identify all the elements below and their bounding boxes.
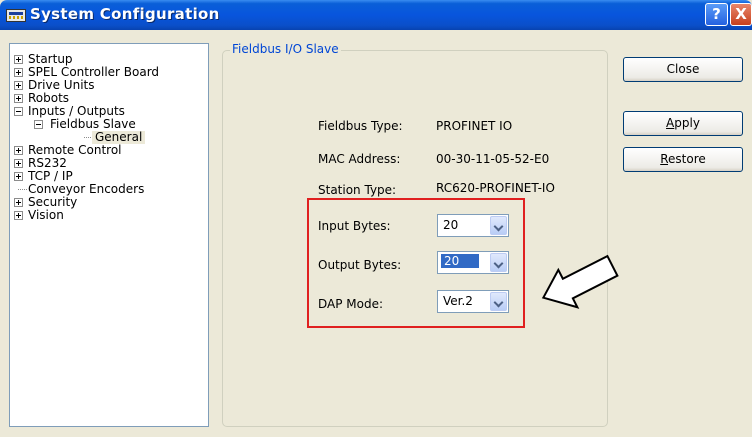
chevron-down-icon[interactable]	[490, 216, 507, 235]
restore-button-label: estore	[668, 152, 706, 166]
close-button[interactable]: Close	[623, 57, 743, 82]
station-type-label: Station Type:	[318, 183, 397, 197]
collapse-icon[interactable]	[34, 120, 43, 129]
configuration-tree[interactable]: Startup SPEL Controller Board Drive Unit…	[9, 43, 209, 427]
help-button[interactable]: ?	[705, 3, 728, 26]
window-close-button[interactable]: X	[730, 3, 752, 26]
expand-icon[interactable]	[14, 198, 23, 207]
dap-mode-label: DAP Mode:	[318, 297, 384, 311]
controller-app-icon	[6, 9, 26, 22]
group-title: Fieldbus I/O Slave	[230, 42, 341, 56]
dap-mode-select[interactable]: Ver.2	[437, 290, 509, 313]
dap-mode-value: Ver.2	[443, 294, 473, 308]
expand-icon[interactable]	[14, 94, 23, 103]
tree-connector	[18, 189, 27, 190]
mac-address-label: MAC Address:	[318, 152, 401, 166]
system-configuration-window: System Configuration ? X Startup SPEL Co…	[0, 0, 752, 437]
chevron-down-icon[interactable]	[490, 253, 507, 272]
fieldbus-type-label: Fieldbus Type:	[318, 119, 403, 133]
restore-access-key: R	[660, 152, 669, 166]
apply-button[interactable]: Apply	[623, 111, 743, 136]
station-type-value: RC620-PROFINET-IO	[436, 181, 555, 195]
expand-icon[interactable]	[14, 159, 23, 168]
expand-icon[interactable]	[14, 81, 23, 90]
expand-icon[interactable]	[14, 55, 23, 64]
output-bytes-label: Output Bytes:	[318, 258, 402, 272]
output-bytes-select[interactable]: 20	[437, 251, 509, 274]
tree-item-label: Vision	[28, 208, 64, 222]
close-button-label: Close	[666, 62, 700, 76]
restore-button[interactable]: Restore	[623, 147, 743, 172]
expand-icon[interactable]	[14, 68, 23, 77]
pointer-arrow-icon	[541, 254, 619, 309]
expand-icon[interactable]	[14, 211, 23, 220]
title-bar[interactable]: System Configuration ? X	[0, 0, 752, 30]
chevron-down-icon[interactable]	[490, 292, 507, 311]
expand-icon[interactable]	[14, 172, 23, 181]
collapse-icon[interactable]	[14, 107, 23, 116]
window-title: System Configuration	[30, 5, 220, 23]
expand-icon[interactable]	[14, 146, 23, 155]
input-bytes-label: Input Bytes:	[318, 219, 391, 233]
input-bytes-select[interactable]: 20	[437, 214, 509, 237]
output-bytes-value: 20	[441, 254, 480, 268]
mac-address-value: 00-30-11-05-52-E0	[436, 152, 550, 166]
fieldbus-type-value: PROFINET IO	[436, 119, 513, 133]
input-bytes-value: 20	[443, 218, 459, 232]
apply-button-label: pply	[674, 116, 700, 130]
